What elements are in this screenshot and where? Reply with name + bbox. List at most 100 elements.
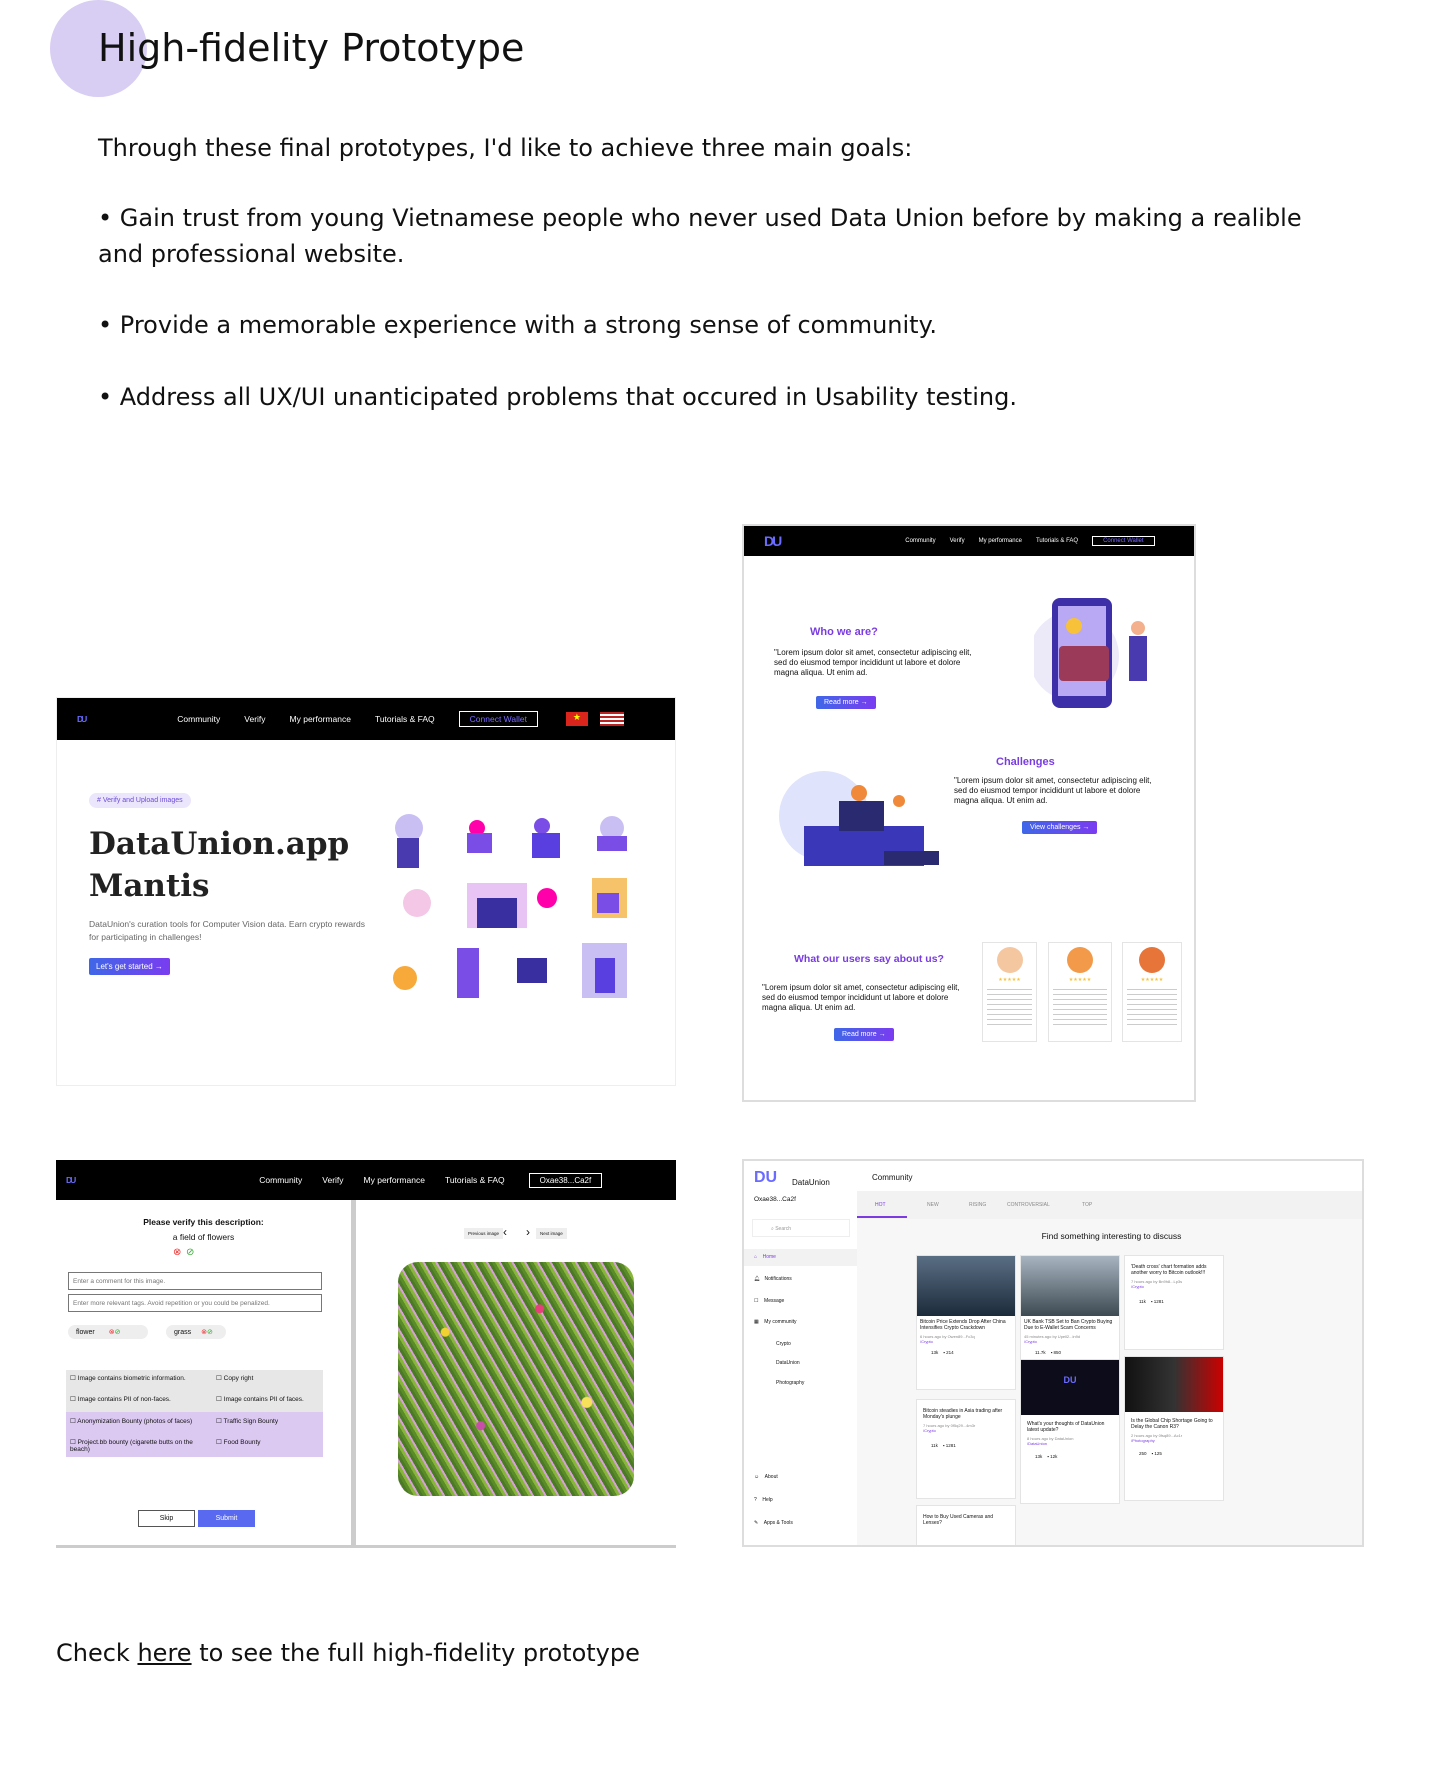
accept-icon[interactable]: ⊘	[186, 1247, 194, 1258]
tab-hot[interactable]: HOT	[875, 1202, 886, 1208]
next-image-button[interactable]: Next image	[536, 1228, 567, 1239]
about-nav-faq[interactable]: Tutorials & FAQ	[1036, 538, 1078, 544]
us-flag-icon[interactable]	[599, 712, 624, 726]
people-illustration	[393, 814, 627, 998]
prototype-link[interactable]: here	[137, 1639, 191, 1667]
wallet-dropdown[interactable]: Oxae38...Ca2f	[528, 1172, 603, 1188]
sidebar-item-notifications[interactable]: 🔔︎ Notifications	[754, 1276, 792, 1282]
post-card[interactable]: 'Death cross' chart formation adds anoth…	[1124, 1255, 1224, 1350]
landing-tag: # Verify and Upload images	[89, 793, 191, 808]
sidebar-sub-dataunion[interactable]: DataUnion	[776, 1360, 800, 1366]
check-pii-nonfaces[interactable]: ☐ Image contains PII of non-faces.	[70, 1395, 171, 1403]
verify-desc: a field of flowers	[172, 1232, 235, 1242]
check-biometric[interactable]: ☐ Image contains biometric information.	[70, 1374, 186, 1382]
verify-logo: DU	[66, 1175, 76, 1185]
tag-chip-grass: grass ⊗⊘	[166, 1325, 226, 1339]
check-anonymization[interactable]: ☐ Anonymization Bounty (photos of faces)	[70, 1417, 192, 1425]
post-title[interactable]: 'Death cross' chart formation adds anoth…	[1125, 1256, 1223, 1279]
check-traffic[interactable]: ☐ Traffic Sign Bounty	[216, 1417, 278, 1425]
check-pii-faces[interactable]: ☐ Image contains PII of faces.	[216, 1395, 304, 1403]
nav-performance[interactable]: My performance	[290, 714, 351, 724]
check-projectbb[interactable]: ☐ Project.bb bounty (cigarette butts on …	[70, 1438, 210, 1453]
verify-nav-faq[interactable]: Tutorials & FAQ	[445, 1175, 505, 1185]
comment-count: 214	[946, 1350, 954, 1355]
chevron-left-icon[interactable]: ‹	[503, 1225, 507, 1239]
tag-accept-icon[interactable]: ⊘	[207, 1329, 213, 1336]
submit-button[interactable]: Submit	[198, 1510, 255, 1527]
post-title[interactable]: What's your thoughts of DataUnion latest…	[1021, 1415, 1119, 1436]
nav-verify[interactable]: Verify	[244, 714, 265, 724]
tab-rising[interactable]: RISING	[969, 1202, 986, 1208]
comment-count: 125	[1154, 1451, 1162, 1456]
verify-nav-community[interactable]: Community	[259, 1175, 302, 1185]
sidebar-search[interactable]: ⌕ Search	[752, 1219, 850, 1237]
post-title[interactable]: Is the Global Chip Shortage Going to Del…	[1125, 1412, 1223, 1433]
who-text: "Lorem ipsum dolor sit amet, consectetur…	[774, 648, 972, 677]
post-card[interactable]: Bitcoin Price Extends Drop After China I…	[916, 1255, 1016, 1390]
sidebar-item-message[interactable]: ☐ Message	[754, 1298, 784, 1304]
landing-prototype: DU Community Verify My performance Tutor…	[56, 697, 676, 1086]
verify-nav-verify[interactable]: Verify	[322, 1175, 343, 1185]
sidebar-about[interactable]: ☺ About	[754, 1474, 778, 1480]
post-title[interactable]: UK Bank TSB Set to Ban Crypto Buying Due…	[1021, 1316, 1119, 1334]
post-card[interactable]: Bitcoin steadies in Asia trading after M…	[916, 1399, 1016, 1499]
prev-image-button[interactable]: Previous image	[464, 1228, 504, 1239]
goal-3: • Address all UX/UI unanticipated proble…	[98, 383, 1017, 411]
challenges-text: "Lorem ipsum dolor sit amet, consectetur…	[954, 776, 1152, 805]
sidebar-help[interactable]: ? Help	[754, 1497, 773, 1503]
tags-input[interactable]	[68, 1294, 322, 1312]
post-card[interactable]: Is the Global Chip Shortage Going to Del…	[1124, 1356, 1224, 1501]
rating-stars: ★★★★★	[998, 977, 1021, 983]
tag-label: flower	[76, 1329, 95, 1336]
about-prototype: DU Community Verify My performance Tutor…	[742, 524, 1196, 1102]
post-card[interactable]: DU What's your thoughts of DataUnion lat…	[1020, 1359, 1120, 1504]
comment-input[interactable]	[68, 1272, 322, 1290]
sidebar-item-my-community[interactable]: ▦ My community	[754, 1319, 797, 1325]
post-card[interactable]: How to Buy Used Cameras and Lenses?	[916, 1505, 1016, 1545]
about-nav-performance[interactable]: My performance	[979, 538, 1022, 544]
tab-controversial[interactable]: CONTROVERSIAL	[1007, 1202, 1050, 1208]
text-lines	[1053, 989, 1107, 1029]
wallet-address[interactable]: Oxae38...Ca2f	[754, 1196, 796, 1203]
post-title[interactable]: Bitcoin steadies in Asia trading after M…	[917, 1400, 1015, 1423]
post-image	[1125, 1357, 1223, 1412]
sidebar-sub-photography[interactable]: Photography	[776, 1380, 804, 1386]
skip-button[interactable]: Skip	[138, 1510, 195, 1527]
reject-icon[interactable]: ⊗	[173, 1247, 181, 1258]
tag-accept-icon[interactable]: ⊘	[115, 1329, 121, 1336]
about-logo: DU	[764, 533, 782, 549]
sidebar-item-home[interactable]: ⌂ Home	[754, 1254, 776, 1260]
users-read-more-button[interactable]: Read more →	[834, 1028, 894, 1041]
post-title[interactable]: Bitcoin Price Extends Drop After China I…	[917, 1316, 1015, 1334]
sidebar-sub-crypto[interactable]: Crypto	[776, 1341, 791, 1347]
post-title[interactable]: How to Buy Used Cameras and Lenses?	[917, 1506, 1015, 1534]
verify-prototype: DU Community Verify My performance Tutor…	[56, 1160, 676, 1548]
vote-count: 250	[1139, 1451, 1147, 1456]
connect-wallet-button[interactable]: Connect Wallet	[458, 711, 538, 727]
avatar	[1067, 947, 1093, 973]
vietnam-flag-icon[interactable]: ★	[565, 712, 588, 726]
tab-new[interactable]: NEW	[927, 1202, 939, 1208]
about-nav-community[interactable]: Community	[905, 538, 935, 544]
users-heading: What our users say about us?	[794, 953, 944, 965]
get-started-button[interactable]: Let's get started →	[89, 958, 170, 975]
tab-top[interactable]: TOP	[1082, 1202, 1092, 1208]
nav-community[interactable]: Community	[177, 714, 220, 724]
about-wallet-button[interactable]: Connect Wallet	[1092, 536, 1155, 546]
about-nav-verify[interactable]: Verify	[950, 538, 965, 544]
sidebar-apps[interactable]: ✎ Apps & Tools	[754, 1520, 793, 1526]
challenges-heading: Challenges	[996, 756, 1055, 768]
check-food[interactable]: ☐ Food Bounty	[216, 1438, 261, 1446]
verify-nav-performance[interactable]: My performance	[364, 1175, 425, 1185]
view-challenges-button[interactable]: View challenges →	[1022, 821, 1098, 834]
landing-nav: DU Community Verify My performance Tutor…	[57, 698, 675, 740]
intro-lead: Through these final prototypes, I'd like…	[98, 134, 913, 162]
nav-faq[interactable]: Tutorials & FAQ	[375, 714, 435, 724]
chevron-right-icon[interactable]: ›	[526, 1225, 530, 1239]
community-title: Community	[872, 1173, 913, 1182]
check-copyright[interactable]: ☐ Copy right	[216, 1374, 253, 1382]
testimonial-card-2: ★★★★★	[1048, 942, 1112, 1042]
verify-prompt: Please verify this description:	[143, 1217, 264, 1227]
read-more-button[interactable]: Read more →	[816, 696, 876, 709]
panel-divider	[351, 1200, 356, 1545]
